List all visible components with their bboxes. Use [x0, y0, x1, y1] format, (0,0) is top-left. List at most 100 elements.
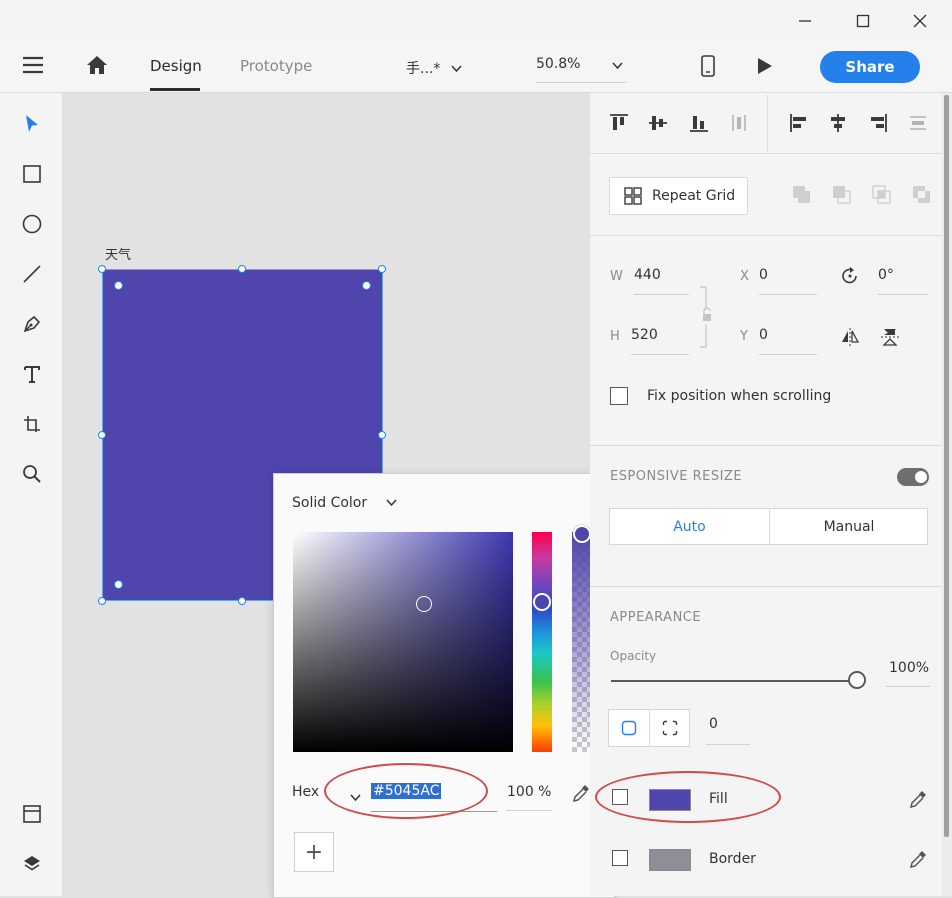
select-tool-icon[interactable]	[16, 108, 48, 140]
corner-radius-handle[interactable]	[114, 281, 123, 290]
hue-slider-knob[interactable]	[533, 593, 551, 611]
divider	[590, 235, 942, 236]
divider	[590, 445, 942, 446]
boolean-add-icon[interactable]	[792, 185, 812, 209]
border-label: Border	[709, 851, 756, 867]
height-input[interactable]: 520	[631, 327, 658, 343]
rectangle-tool-icon[interactable]	[16, 158, 48, 190]
boolean-intersect-icon[interactable]	[872, 185, 892, 209]
border-checkbox[interactable]	[612, 850, 628, 866]
opacity-slider[interactable]	[611, 680, 857, 682]
alpha-input[interactable]: 100 %	[507, 784, 551, 800]
per-corner-button[interactable]	[649, 709, 690, 747]
height-label: H	[610, 329, 620, 344]
uniform-corner-icon	[621, 720, 637, 736]
lock-aspect-icon[interactable]	[698, 286, 714, 352]
opacity-input[interactable]: 100%	[889, 660, 929, 676]
y-label: Y	[740, 329, 748, 344]
eyedropper-icon[interactable]	[571, 783, 591, 807]
highlight-oval	[324, 763, 488, 819]
resize-handle[interactable]	[378, 431, 386, 439]
boolean-subtract-icon[interactable]	[832, 185, 852, 209]
device-preview-icon[interactable]	[700, 55, 716, 81]
alpha-gradient	[572, 532, 592, 752]
color-mode-dropdown[interactable]: Solid Color	[292, 495, 397, 511]
align-bottom-icon[interactable]	[689, 113, 709, 137]
tab-design[interactable]: Design	[150, 57, 202, 75]
zoom-tool-icon[interactable]	[16, 458, 48, 490]
color-cursor[interactable]	[416, 596, 432, 612]
text-tool-icon[interactable]	[16, 358, 48, 390]
border-color-swatch[interactable]	[649, 849, 691, 871]
width-input[interactable]: 440	[634, 267, 661, 283]
input-underline	[886, 686, 930, 687]
artboard-name[interactable]: 天气	[105, 244, 131, 263]
zoom-dropdown[interactable]: 50.8%	[536, 56, 626, 83]
toggle-knob	[915, 471, 927, 483]
play-preview-icon[interactable]	[756, 56, 774, 80]
pen-tool-icon[interactable]	[16, 308, 48, 340]
alpha-slider-knob[interactable]	[573, 525, 591, 543]
flip-horizontal-icon[interactable]	[840, 327, 860, 351]
layers-panel-icon[interactable]	[16, 848, 48, 880]
resize-mode-auto[interactable]: Auto	[610, 509, 770, 544]
share-button[interactable]: Share	[820, 51, 920, 83]
add-swatch-button[interactable]: +	[294, 832, 334, 872]
x-input[interactable]: 0	[759, 267, 768, 283]
fix-position-checkbox[interactable]	[610, 387, 628, 405]
align-left-icon[interactable]	[789, 113, 809, 137]
highlight-oval	[595, 771, 781, 823]
x-label: X	[740, 269, 749, 284]
distribute-horizontal-icon[interactable]	[908, 113, 928, 137]
eyedropper-icon[interactable]	[908, 789, 928, 813]
divider	[767, 95, 768, 152]
document-title[interactable]: 手...*	[406, 58, 462, 78]
resize-handle[interactable]	[98, 597, 106, 605]
resize-handle[interactable]	[238, 265, 246, 273]
y-input[interactable]: 0	[759, 327, 768, 343]
repeat-grid-label: Repeat Grid	[652, 188, 736, 204]
rotation-input[interactable]: 0°	[878, 267, 894, 283]
home-icon[interactable]	[86, 55, 108, 79]
divider	[590, 586, 942, 587]
maximize-icon[interactable]	[848, 6, 878, 36]
input-underline	[634, 294, 689, 295]
width-label: W	[610, 269, 623, 284]
hue-slider[interactable]	[532, 532, 552, 752]
tools-toolbar	[0, 93, 63, 896]
uniform-corner-button[interactable]	[608, 709, 650, 747]
tab-prototype[interactable]: Prototype	[240, 57, 312, 75]
eyedropper-icon[interactable]	[908, 849, 928, 873]
distribute-vertical-icon[interactable]	[729, 113, 749, 137]
resize-mode-manual[interactable]: Manual	[770, 509, 928, 544]
resize-handle[interactable]	[98, 265, 106, 273]
minimize-icon[interactable]	[790, 6, 820, 36]
ellipse-tool-icon[interactable]	[16, 208, 48, 240]
align-top-icon[interactable]	[609, 113, 629, 137]
repeat-grid-button[interactable]: Repeat Grid	[609, 177, 748, 215]
input-underline	[759, 354, 817, 355]
align-middle-icon[interactable]	[648, 113, 668, 137]
chevron-down-icon	[451, 61, 462, 77]
corner-radius-input[interactable]: 0	[709, 716, 718, 732]
close-icon[interactable]	[905, 6, 935, 36]
input-underline	[706, 744, 750, 745]
flip-vertical-icon[interactable]	[880, 327, 900, 351]
scrollbar-thumb[interactable]	[944, 95, 949, 837]
corner-radius-handle[interactable]	[114, 580, 123, 589]
repeat-grid-icon	[624, 187, 642, 205]
resize-handle[interactable]	[378, 265, 386, 273]
resize-handle[interactable]	[238, 597, 246, 605]
line-tool-icon[interactable]	[16, 258, 48, 290]
hamburger-menu-icon[interactable]	[22, 56, 44, 78]
align-right-icon[interactable]	[868, 113, 888, 137]
boolean-exclude-icon[interactable]	[912, 185, 932, 209]
resize-handle[interactable]	[98, 431, 106, 439]
corner-radius-handle[interactable]	[362, 281, 371, 290]
saturation-brightness-field[interactable]	[293, 532, 513, 752]
artboard-tool-icon[interactable]	[16, 408, 48, 440]
color-mode-label: Solid Color	[292, 495, 368, 511]
assets-panel-icon[interactable]	[16, 798, 48, 830]
opacity-slider-knob[interactable]	[848, 671, 866, 689]
align-center-icon[interactable]	[828, 113, 848, 137]
